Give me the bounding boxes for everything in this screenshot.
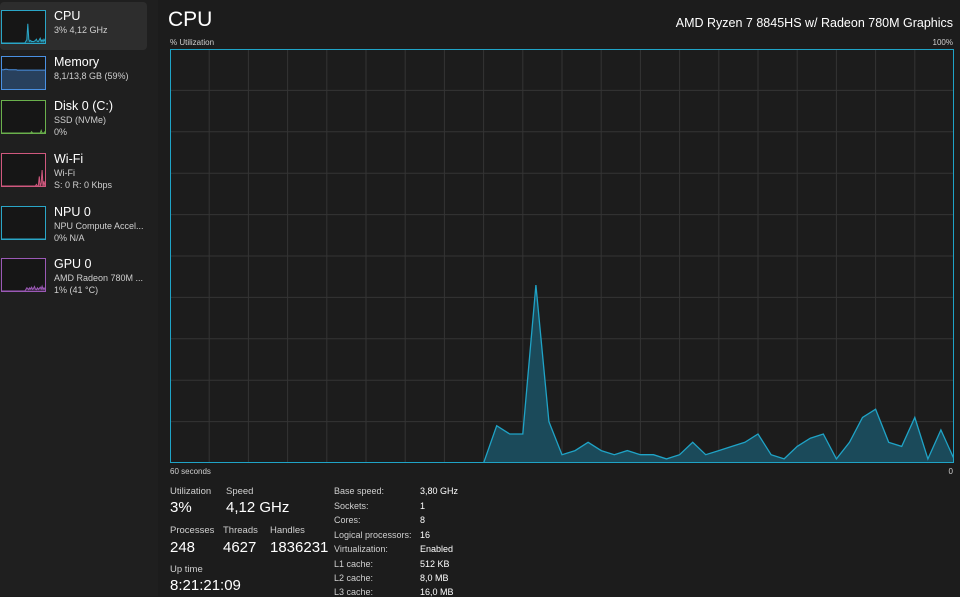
graph-x-left-label: 60 seconds — [170, 467, 211, 476]
wifi-sparkline — [1, 153, 46, 187]
sidebar-item-cpu[interactable]: CPU 3% 4,12 GHz — [0, 2, 147, 50]
sidebar-item-title: NPU 0 — [54, 205, 91, 219]
uptime-label: Up time — [170, 564, 203, 575]
spec-value: 512 KB — [420, 559, 450, 569]
cpu-sparkline — [1, 10, 46, 44]
sidebar-item-detail: 0% N/A — [54, 233, 85, 243]
sparkline-area — [2, 23, 45, 43]
handles-label: Handles — [270, 525, 305, 536]
sidebar-item-detail: 1% (41 °C) — [54, 285, 99, 295]
processes-label: Processes — [170, 525, 215, 536]
threads-value: 4627 — [223, 539, 257, 556]
sidebar-item-title: Wi-Fi — [54, 152, 84, 166]
utilization-value: 3% — [170, 499, 192, 516]
sidebar-item-npu[interactable]: NPU 0 NPU Compute Accel... 0% N/A — [0, 198, 147, 246]
speed-label: Speed — [226, 486, 254, 497]
sparkline-area — [2, 69, 45, 89]
sidebar-item-detail: S: 0 R: 0 Kbps — [54, 180, 113, 190]
spec-label: Base speed: — [334, 486, 385, 496]
cpu-model-name: AMD Ryzen 7 8845HS w/ Radeon 780M Graphi… — [675, 16, 953, 30]
spec-label: Logical processors: — [334, 530, 412, 540]
spec-label: L2 cache: — [334, 573, 374, 583]
sidebar-item-subtitle: 8,1/13,8 GB (59%) — [54, 71, 129, 81]
spec-label: Cores: — [334, 515, 361, 525]
disk-sparkline — [1, 100, 46, 134]
threads-label: Threads — [223, 525, 258, 536]
graph-grid — [170, 49, 954, 463]
sidebar-item-title: Disk 0 (C:) — [54, 99, 114, 113]
spec-label: Virtualization: — [334, 544, 388, 554]
sidebar-item-subtitle: AMD Radeon 780M ... — [54, 273, 144, 283]
spec-value: 3,80 GHz — [420, 486, 459, 496]
spec-value: 1 — [420, 501, 426, 511]
speed-value: 4,12 GHz — [226, 499, 290, 516]
sidebar-item-subtitle: SSD (NVMe) — [54, 115, 107, 125]
sidebar-item-memory[interactable]: Memory 8,1/13,8 GB (59%) — [0, 48, 147, 96]
npu-sparkline — [1, 206, 46, 240]
sidebar-item-title: GPU 0 — [54, 257, 92, 271]
sparkline-line — [2, 169, 45, 186]
page-title: CPU — [168, 8, 213, 31]
spec-value: 8 — [420, 515, 426, 525]
sparkline-line — [2, 128, 45, 133]
sparkline-line — [2, 68, 45, 71]
memory-sparkline — [1, 56, 46, 90]
sidebar-item-gpu[interactable]: GPU 0 AMD Radeon 780M ... 1% (41 °C) — [0, 250, 147, 298]
spec-value: Enabled — [420, 544, 454, 554]
sidebar-item-subtitle: 3% 4,12 GHz — [54, 25, 108, 35]
sidebar-item-title: CPU — [54, 9, 81, 23]
processes-value: 248 — [170, 539, 196, 556]
sidebar-item-disk[interactable]: Disk 0 (C:) SSD (NVMe) 0% — [0, 92, 147, 140]
spec-label: Sockets: — [334, 501, 369, 511]
spec-value: 16 — [420, 530, 431, 540]
spec-value: 8,0 MB — [420, 573, 449, 583]
sidebar-item-detail: 0% — [54, 127, 68, 137]
sidebar-item-wifi[interactable]: Wi-Fi Wi-Fi S: 0 R: 0 Kbps — [0, 145, 147, 193]
graph-x-right-label: 0 — [948, 467, 953, 476]
sidebar-item-subtitle: Wi-Fi — [54, 168, 75, 178]
graph-y-axis-label: % Utilization — [170, 38, 215, 47]
graph-y-max-label: 100% — [932, 38, 953, 47]
utilization-label: Utilization — [170, 486, 212, 497]
spec-label: L1 cache: — [334, 559, 374, 569]
sidebar: CPU 3% 4,12 GHz Memory 8,1/13,8 GB (59%)… — [0, 0, 158, 596]
gpu-sparkline — [1, 258, 46, 292]
uptime-value: 8:21:21:09 — [170, 577, 241, 594]
sidebar-item-subtitle: NPU Compute Accel... — [54, 221, 144, 231]
sparkline-line — [2, 23, 45, 43]
sidebar-item-title: Memory — [54, 55, 100, 69]
handles-value: 1836231 — [270, 539, 329, 556]
cpu-utilization-graph — [170, 49, 954, 463]
